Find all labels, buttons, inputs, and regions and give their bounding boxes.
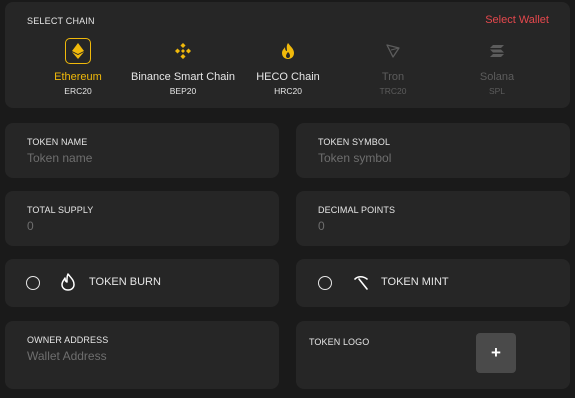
select-chain-label: SELECT CHAIN — [27, 16, 95, 26]
token-name-label: TOKEN NAME — [27, 137, 88, 147]
chain-name: Tron — [381, 71, 405, 83]
chain-standard: ERC20 — [64, 86, 92, 96]
token-mint-label: TOKEN MINT — [381, 276, 449, 288]
decimal-points-card: DECIMAL POINTS — [296, 191, 570, 246]
chain-standard: BEP20 — [169, 86, 197, 96]
token-burn-radio[interactable] — [26, 276, 40, 290]
tron-icon — [380, 38, 406, 64]
token-symbol-label: TOKEN SYMBOL — [318, 137, 391, 147]
total-supply-input[interactable] — [27, 219, 247, 233]
chain-selector-card: SELECT CHAIN Select Wallet Ethereum ERC2… — [5, 2, 570, 108]
chain-name: Ethereum — [54, 71, 102, 83]
chain-name: HECO Chain — [256, 71, 320, 83]
chain-option-binance[interactable]: Binance Smart Chain BEP20 — [128, 38, 238, 96]
token-name-input[interactable] — [27, 151, 247, 165]
upload-logo-button[interactable]: + — [476, 333, 516, 373]
owner-address-label: OWNER ADDRESS — [27, 335, 109, 345]
token-logo-label: TOKEN LOGO — [309, 337, 370, 347]
ethereum-icon — [65, 38, 91, 64]
binance-icon — [170, 38, 196, 64]
flame-icon — [61, 273, 75, 296]
chain-option-solana[interactable]: Solana SPL — [442, 38, 552, 96]
token-burn-card[interactable]: TOKEN BURN — [5, 259, 279, 307]
chain-standard: TRC20 — [379, 86, 407, 96]
pickaxe-icon — [353, 275, 369, 296]
chain-name: Solana — [479, 71, 515, 83]
chain-name: Binance Smart Chain — [131, 71, 235, 83]
decimal-points-label: DECIMAL POINTS — [318, 205, 396, 215]
token-logo-card: TOKEN LOGO + — [296, 321, 570, 389]
token-mint-radio[interactable] — [318, 276, 332, 290]
chain-option-ethereum[interactable]: Ethereum ERC20 — [23, 38, 133, 96]
decimal-points-input[interactable] — [318, 219, 538, 233]
heco-icon — [275, 38, 301, 64]
token-symbol-card: TOKEN SYMBOL — [296, 123, 570, 178]
token-burn-label: TOKEN BURN — [89, 276, 161, 288]
chain-standard: HRC20 — [274, 86, 302, 96]
chain-option-tron[interactable]: Tron TRC20 — [338, 38, 448, 96]
total-supply-label: TOTAL SUPPLY — [27, 205, 94, 215]
select-wallet-link[interactable]: Select Wallet — [485, 14, 549, 26]
solana-icon — [484, 38, 510, 64]
token-symbol-input[interactable] — [318, 151, 538, 165]
total-supply-card: TOTAL SUPPLY — [5, 191, 279, 246]
token-name-card: TOKEN NAME — [5, 123, 279, 178]
owner-address-card: OWNER ADDRESS — [5, 321, 279, 389]
token-mint-card[interactable]: TOKEN MINT — [296, 259, 570, 307]
chain-standard: SPL — [488, 86, 506, 96]
owner-address-input[interactable] — [27, 349, 247, 363]
chain-option-heco[interactable]: HECO Chain HRC20 — [233, 38, 343, 96]
